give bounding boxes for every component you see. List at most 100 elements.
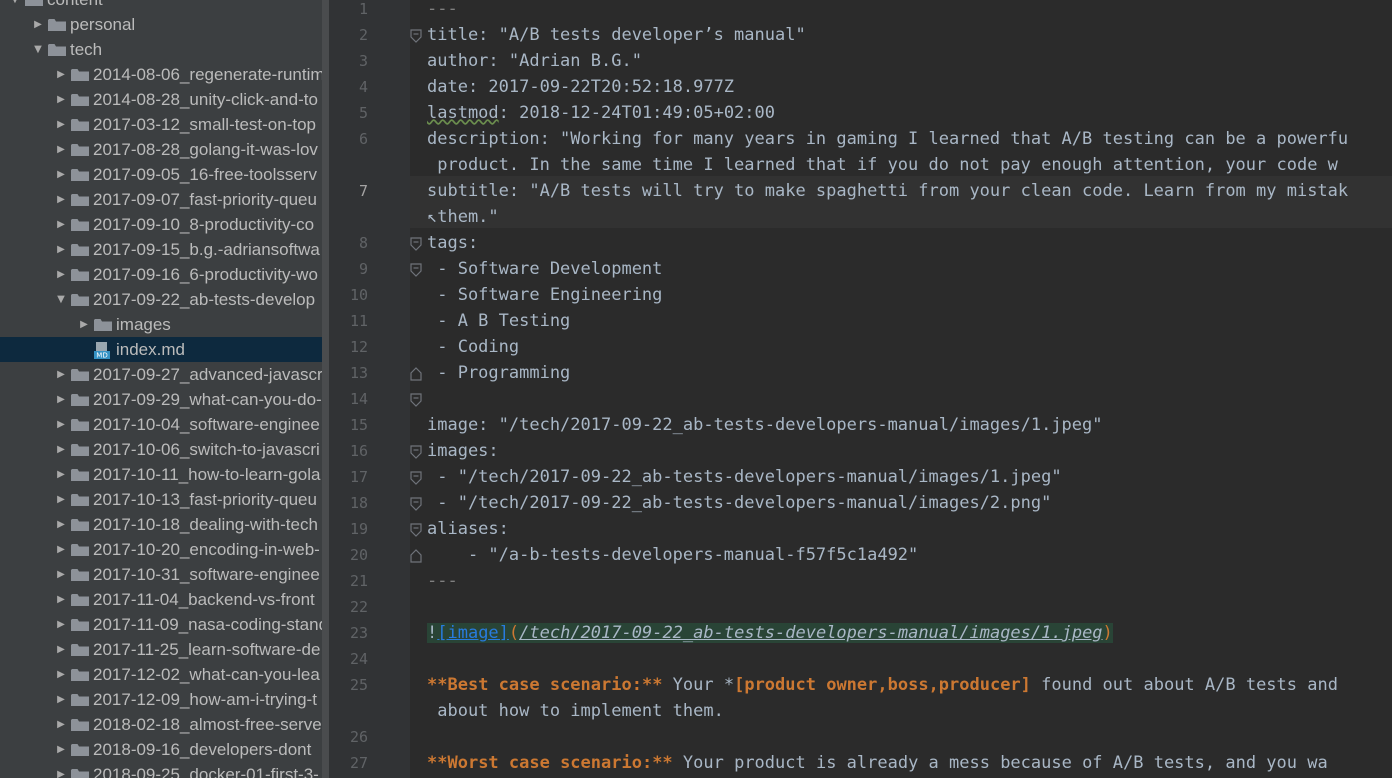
tree-folder-row[interactable]: ▶ personal: [0, 12, 329, 37]
expand-arrow-icon[interactable]: ▶: [54, 87, 68, 112]
expand-arrow-icon[interactable]: ▶: [31, 12, 45, 37]
tree-scrollbar[interactable]: [322, 0, 329, 778]
expand-arrow-icon[interactable]: ▶: [54, 437, 68, 462]
tree-folder-row[interactable]: ▼ 2017-09-22_ab-tests-develop: [0, 287, 329, 312]
tree-item-label: 2017-09-27_advanced-javascr: [93, 365, 323, 384]
tree-folder-row[interactable]: ▶ 2018-09-25_docker-01-first-3-: [0, 762, 329, 778]
tree-folder-row[interactable]: ▶ 2017-10-20_encoding-in-web-: [0, 537, 329, 562]
expand-arrow-icon[interactable]: ▶: [54, 412, 68, 437]
tree-folder-row[interactable]: ▶ 2017-09-16_6-productivity-wo: [0, 262, 329, 287]
tree-folder-row[interactable]: ▼ content: [0, 0, 329, 12]
folder-icon: [71, 169, 89, 182]
tree-folder-row[interactable]: ▶ 2017-11-25_learn-software-de: [0, 637, 329, 662]
fold-end-icon[interactable]: [410, 366, 422, 381]
fold-start-icon[interactable]: [410, 470, 422, 485]
code-line-1: ---: [427, 0, 458, 22]
tree-folder-row[interactable]: ▶ 2014-08-28_unity-click-and-to: [0, 87, 329, 112]
fold-end-icon[interactable]: [410, 548, 422, 563]
expand-arrow-icon[interactable]: ▶: [54, 487, 68, 512]
tree-folder-row[interactable]: ▶ 2017-09-05_16-free-toolsserv: [0, 162, 329, 187]
tree-folder-row[interactable]: ▶ 2017-03-12_small-test-on-top: [0, 112, 329, 137]
tree-folder-row[interactable]: ▶ 2017-09-07_fast-priority-queu: [0, 187, 329, 212]
folder-icon: [71, 369, 89, 382]
tree-folder-row[interactable]: ▶ 2017-10-04_software-enginee: [0, 412, 329, 437]
expand-arrow-icon[interactable]: ▶: [54, 512, 68, 537]
tree-folder-row[interactable]: ▶ 2018-09-16_developers-dont: [0, 737, 329, 762]
expand-arrow-icon[interactable]: ▶: [54, 737, 68, 762]
expand-arrow-icon[interactable]: ▶: [54, 187, 68, 212]
code-editor[interactable]: --- title: "A/B tests developer’s manual…: [410, 0, 1392, 778]
code-line-6-wrap: product. In the same time I learned that…: [427, 155, 1338, 175]
expand-arrow-icon[interactable]: ▶: [54, 662, 68, 687]
tree-folder-row[interactable]: ▶ 2017-09-15_b.g.-adriansoftwa: [0, 237, 329, 262]
fold-start-icon[interactable]: [410, 28, 422, 43]
svg-text:MD: MD: [96, 352, 107, 360]
fold-start-icon[interactable]: [410, 522, 422, 537]
fold-start-icon[interactable]: [410, 444, 422, 459]
markdown-image[interactable]: ![image](/tech/2017-09-22_ab-tests-devel…: [427, 623, 1113, 643]
tree-folder-row[interactable]: ▶ 2017-09-29_what-can-you-do-: [0, 387, 329, 412]
expand-arrow-icon[interactable]: ▶: [54, 462, 68, 487]
tree-folder-row[interactable]: ▶ 2017-10-11_how-to-learn-gola: [0, 462, 329, 487]
tree-folder-row[interactable]: ▶ 2017-10-31_software-enginee: [0, 562, 329, 587]
expand-arrow-icon[interactable]: ▶: [54, 387, 68, 412]
expand-arrow-icon[interactable]: ▶: [54, 537, 68, 562]
image-url[interactable]: /tech/2017-09-22_ab-tests-developers-man…: [519, 623, 1102, 643]
expand-arrow-icon[interactable]: ▶: [54, 362, 68, 387]
expand-arrow-icon[interactable]: ▶: [54, 62, 68, 87]
line-number: 17: [349, 468, 368, 486]
expand-arrow-icon[interactable]: ▶: [54, 562, 68, 587]
expand-arrow-icon[interactable]: ▶: [77, 312, 91, 337]
folder-icon: [71, 519, 89, 532]
expand-arrow-icon[interactable]: ▶: [54, 112, 68, 137]
tree-folder-row[interactable]: ▶ 2017-10-18_dealing-with-tech: [0, 512, 329, 537]
expand-arrow-icon[interactable]: ▶: [54, 137, 68, 162]
expand-arrow-icon[interactable]: ▶: [54, 712, 68, 737]
expand-arrow-icon[interactable]: ▶: [54, 637, 68, 662]
image-alt-link[interactable]: [image]: [437, 623, 509, 643]
expand-arrow-icon[interactable]: ▶: [54, 612, 68, 637]
line-number: 9: [358, 260, 368, 278]
folder-icon: [48, 44, 66, 57]
folder-icon: [71, 94, 89, 107]
folder-icon: [71, 769, 89, 778]
tree-folder-row[interactable]: ▶ 2017-10-13_fast-priority-queu: [0, 487, 329, 512]
tree-folder-row[interactable]: ▶ 2017-12-02_what-can-you-lea: [0, 662, 329, 687]
tree-item-label: 2017-11-04_backend-vs-front: [93, 590, 315, 609]
collapse-arrow-icon[interactable]: ▼: [8, 0, 22, 12]
tree-folder-row[interactable]: ▼ tech: [0, 37, 329, 62]
tree-folder-row[interactable]: ▶ 2017-11-04_backend-vs-front: [0, 587, 329, 612]
expand-arrow-icon[interactable]: ▶: [54, 687, 68, 712]
code-line-7: subtitle: "A/B tests will try to make sp…: [427, 181, 1349, 201]
tree-item-label: 2014-08-28_unity-click-and-to: [93, 90, 318, 109]
tree-folder-row[interactable]: ▶ 2017-11-09_nasa-coding-stand: [0, 612, 329, 637]
tree-folder-row[interactable]: ▶ 2018-02-18_almost-free-serve: [0, 712, 329, 737]
code-text: Your product is already a mess because o…: [672, 753, 1328, 773]
collapse-arrow-icon[interactable]: ▼: [54, 287, 68, 312]
expand-arrow-icon[interactable]: ▶: [54, 212, 68, 237]
fold-start-icon[interactable]: [410, 236, 422, 251]
tree-folder-row[interactable]: ▶ 2017-12-09_how-am-i-trying-t: [0, 687, 329, 712]
collapse-arrow-icon[interactable]: ▼: [31, 37, 45, 62]
expand-arrow-icon[interactable]: ▶: [54, 762, 68, 778]
expand-arrow-icon[interactable]: ▶: [54, 587, 68, 612]
expand-arrow-icon[interactable]: ▶: [54, 262, 68, 287]
fold-start-icon[interactable]: [410, 496, 422, 511]
tree-folder-row[interactable]: ▶ 2017-10-06_switch-to-javascri: [0, 437, 329, 462]
line-number: 25: [349, 676, 368, 694]
bold-text: [product owner,boss,producer]: [734, 675, 1031, 695]
code-text: found out about A/B tests and: [1030, 675, 1338, 695]
fold-start-icon[interactable]: [410, 262, 422, 277]
expand-arrow-icon[interactable]: ▶: [54, 237, 68, 262]
tree-folder-row[interactable]: ▶ 2014-08-06_regenerate-runtim: [0, 62, 329, 87]
folder-icon: [71, 69, 89, 82]
expand-arrow-icon[interactable]: ▶: [54, 162, 68, 187]
tree-file-row[interactable]: MD index.md: [0, 337, 329, 362]
tree-folder-row[interactable]: ▶ 2017-09-10_8-productivity-co: [0, 212, 329, 237]
fold-start-icon[interactable]: [410, 392, 422, 407]
front-matter-delimiter: ---: [427, 0, 458, 19]
line-number: 6: [358, 130, 368, 148]
tree-folder-row[interactable]: ▶ 2017-08-28_golang-it-was-lov: [0, 137, 329, 162]
tree-folder-row[interactable]: ▶ 2017-09-27_advanced-javascr: [0, 362, 329, 387]
tree-folder-row[interactable]: ▶ images: [0, 312, 329, 337]
